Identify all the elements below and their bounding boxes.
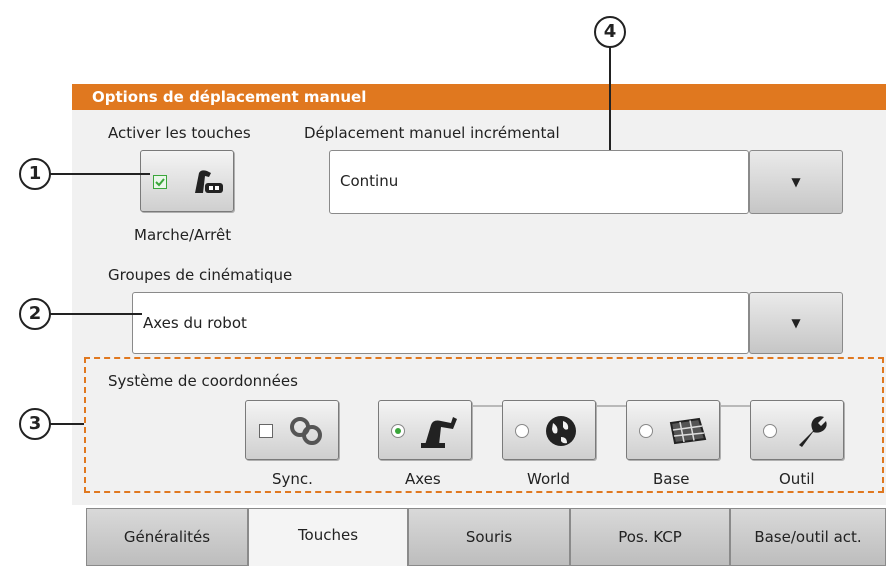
world-radio[interactable] (515, 424, 529, 438)
sync-button[interactable] (245, 400, 339, 460)
tool-radio[interactable] (763, 424, 777, 438)
callout-4-leader (609, 47, 611, 150)
incremental-select[interactable]: Continu (329, 150, 749, 214)
connector-line (594, 405, 630, 407)
tab-keys[interactable]: Touches (248, 508, 408, 566)
tab-mouse[interactable]: Souris (408, 508, 570, 566)
kinematics-dropdown-button[interactable]: ▼ (749, 292, 843, 354)
base-button[interactable] (626, 400, 720, 460)
check-icon (155, 178, 165, 187)
callout-4: 4 (594, 16, 626, 48)
jog-keys-icon (195, 170, 223, 193)
globe-icon (546, 416, 576, 446)
axes-label: Axes (405, 470, 441, 488)
tab-base-tool[interactable]: Base/outil act. (730, 508, 886, 566)
callout-3: 3 (19, 408, 51, 440)
world-button[interactable] (502, 400, 596, 460)
tab-general[interactable]: Généralités (86, 508, 248, 566)
caret-down-icon: ▼ (791, 316, 801, 330)
callout-1-leader (50, 173, 150, 175)
incremental-dropdown-button[interactable]: ▼ (749, 150, 843, 214)
panel-title: Options de déplacement manuel (72, 84, 886, 110)
tool-label: Outil (779, 470, 815, 488)
callout-2: 2 (19, 298, 51, 330)
wrench-icon (799, 416, 827, 447)
keys-on-off-button[interactable] (140, 150, 234, 212)
robot-axes-icon (421, 417, 457, 448)
base-label: Base (653, 470, 690, 488)
link-icon (290, 417, 322, 445)
connector-line (718, 405, 754, 407)
sync-label: Sync. (272, 470, 313, 488)
incremental-label: Déplacement manuel incrémental (304, 124, 560, 142)
coords-label: Système de coordonnées (108, 372, 298, 390)
keys-enabled-checkbox[interactable] (153, 175, 167, 189)
kinematics-label: Groupes de cinématique (108, 266, 293, 284)
axes-radio[interactable] (391, 424, 405, 438)
callout-2-leader (50, 313, 142, 315)
base-radio[interactable] (639, 424, 653, 438)
kinematics-select[interactable]: Axes du robot (132, 292, 749, 354)
tab-kcp-pos[interactable]: Pos. KCP (570, 508, 730, 566)
caret-down-icon: ▼ (791, 175, 801, 189)
world-label: World (527, 470, 570, 488)
callout-3-leader (50, 423, 84, 425)
callout-1: 1 (19, 158, 51, 190)
base-grid-icon (669, 417, 707, 445)
connector-line (470, 405, 506, 407)
axes-button[interactable] (378, 400, 472, 460)
activate-keys-label: Activer les touches (108, 124, 251, 142)
tool-button[interactable] (750, 400, 844, 460)
sync-checkbox[interactable] (259, 424, 273, 438)
on-off-label: Marche/Arrêt (134, 226, 232, 244)
